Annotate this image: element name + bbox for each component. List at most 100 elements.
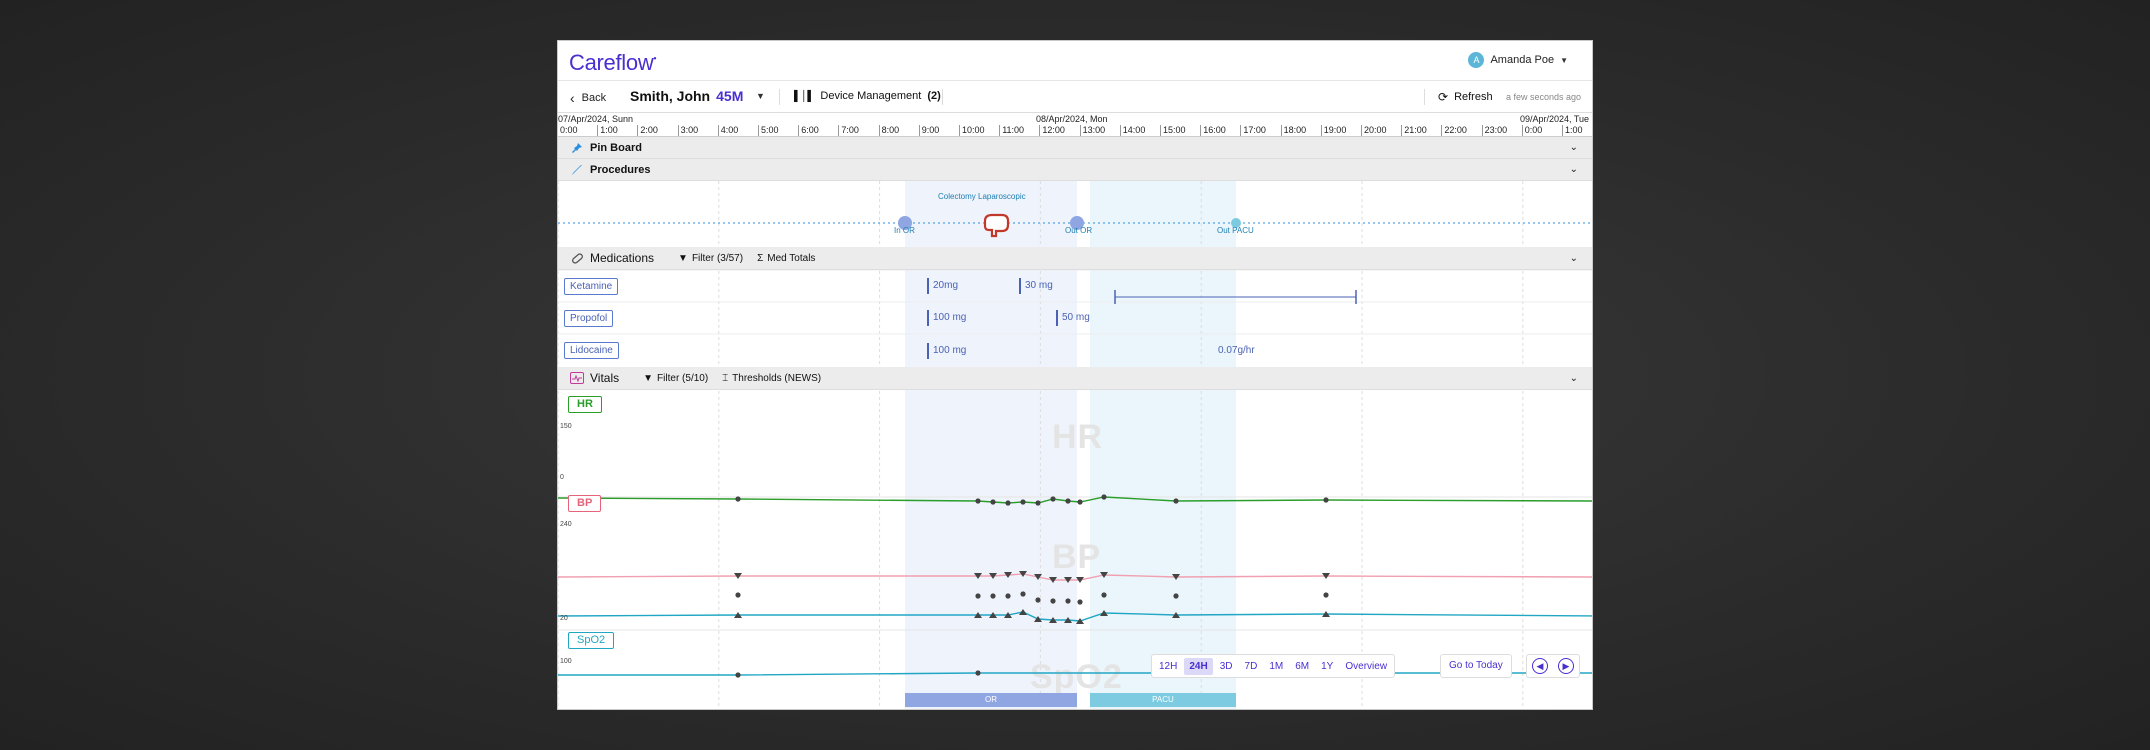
prev-arrow-icon[interactable]: ◀ — [1532, 658, 1548, 674]
bp-mean-point — [1065, 598, 1071, 604]
pin-board-title: Pin Board — [590, 141, 642, 154]
next-arrow-icon[interactable]: ▶ — [1558, 658, 1574, 674]
infusion-label[interactable]: 0.07g/hr — [1218, 345, 1255, 356]
procedure-name: Colectomy Laparoscopic — [938, 192, 1026, 201]
hour-tick-label: 5:00 — [758, 125, 779, 136]
pin-board-header[interactable]: Pin Board ⌄ — [558, 137, 1592, 159]
refresh-timestamp: a few seconds ago — [1506, 92, 1582, 102]
day-label: 07/Apr/2024, Sunn — [558, 114, 634, 124]
hour-tick-label: 14:00 — [1119, 125, 1145, 136]
hr-point — [1020, 499, 1026, 505]
chevron-down-icon[interactable]: ⌄ — [1570, 164, 1578, 175]
divider — [1424, 89, 1425, 105]
hour-tick-label: 9:00 — [918, 125, 939, 136]
zoom-overview[interactable]: Overview — [1340, 658, 1392, 675]
vitals-title: Vitals — [590, 371, 620, 385]
filter-icon: ▼ — [643, 372, 654, 384]
hour-tick-label: 22:00 — [1441, 125, 1467, 136]
bp-mean-point — [1050, 598, 1056, 604]
chevron-down-icon[interactable]: ⌄ — [1570, 373, 1578, 384]
hr-point — [735, 496, 741, 502]
vitals-filter-button[interactable]: ▼ Filter (5/10) — [643, 373, 708, 384]
dose-marker[interactable]: 50 mg — [1056, 310, 1090, 326]
hr-point — [1065, 498, 1071, 504]
patient-age: 45M — [716, 88, 744, 104]
refresh-button[interactable]: ⟳ Refresh — [1438, 90, 1493, 104]
device-icon: ▌│▌ — [794, 90, 815, 102]
device-management-button[interactable]: ▌│▌ Device Management (2) — [794, 90, 941, 102]
zoom-1y[interactable]: 1Y — [1316, 658, 1338, 675]
zoom-12h[interactable]: 12H — [1154, 658, 1182, 675]
bp-mean-point — [1101, 592, 1107, 598]
hour-tick-label: 11:00 — [999, 125, 1024, 136]
phase-pacu-bar[interactable]: PACU — [1090, 693, 1236, 707]
back-label: Back — [581, 92, 607, 104]
bp-ymin-tick: 20 — [560, 615, 568, 622]
day-label: 09/Apr/2024, Tue — [1520, 114, 1590, 124]
vital-label-spo2[interactable]: SpO2 — [568, 632, 615, 649]
hour-tick-label: 4:00 — [717, 125, 738, 136]
zoom-selector: 12H 24H 3D 7D 1M 6M 1Y Overview — [1151, 654, 1396, 678]
zoom-1m[interactable]: 1M — [1264, 658, 1288, 675]
hour-tick-label: 19:00 — [1320, 125, 1346, 136]
hr-point — [1077, 499, 1083, 505]
zoom-24h[interactable]: 24H — [1184, 657, 1213, 675]
hour-tick-label: 2:00 — [637, 125, 658, 136]
phase-or-bar[interactable]: OR — [905, 693, 1077, 707]
hour-tick-label: 17:00 — [1240, 125, 1266, 136]
avatar: A — [1468, 52, 1485, 68]
hr-point — [1101, 494, 1107, 500]
user-menu[interactable]: A Amanda Poe ▼ — [1468, 52, 1568, 68]
go-to-today-button[interactable]: Go to Today — [1440, 654, 1512, 678]
medications-title: Medications — [590, 251, 655, 265]
vitals-icon — [570, 371, 584, 385]
hr-point — [1005, 500, 1011, 506]
milestone-label-out-pacu: Out PACU — [1217, 226, 1254, 235]
hr-point — [1323, 497, 1329, 503]
hr-ymax-tick: 150 — [560, 423, 572, 430]
dose-marker[interactable]: 30 mg — [1019, 278, 1053, 294]
dose-marker[interactable]: 100 mg — [927, 310, 966, 326]
hour-tick-label: 16:00 — [1200, 125, 1226, 136]
spo2-point — [975, 670, 981, 676]
zoom-7d[interactable]: 7D — [1240, 658, 1263, 675]
hour-tick-label: 1:00 — [597, 125, 618, 136]
device-label: Device Management — [820, 90, 922, 102]
hour-tick-label: 8:00 — [878, 125, 899, 136]
med-totals-button[interactable]: Σ Med Totals — [757, 253, 815, 264]
spo2-ymax-tick: 100 — [560, 658, 572, 665]
chevron-down-icon[interactable]: ⌄ — [1570, 142, 1578, 153]
med-label-lidocaine[interactable]: Lidocaine — [564, 342, 619, 359]
dose-marker[interactable]: 20mg — [927, 278, 958, 294]
bp-mean-point — [1173, 593, 1179, 599]
hour-tick-label: 0:00 — [1521, 125, 1542, 136]
vital-label-bp[interactable]: BP — [568, 495, 602, 512]
vitals-header[interactable]: Vitals ▼ Filter (5/10) ⌶ Thresholds (NEWS)… — [558, 367, 1592, 390]
zoom-6m[interactable]: 6M — [1290, 658, 1314, 675]
hour-tick-label: 1:00 — [1562, 125, 1583, 136]
dose-marker[interactable]: 100 mg — [927, 343, 966, 359]
chevron-down-icon[interactable]: ⌄ — [1570, 253, 1578, 264]
filter-icon: ▼ — [678, 252, 688, 264]
hour-tick-label: 6:00 — [798, 125, 819, 136]
med-label-propofol[interactable]: Propofol — [564, 310, 614, 327]
zoom-3d[interactable]: 3D — [1215, 658, 1238, 675]
bp-systolic-line — [558, 573, 1592, 581]
back-button[interactable]: ‹ Back — [570, 90, 606, 106]
pin-icon — [570, 141, 584, 155]
hour-tick-label: 21:00 — [1401, 125, 1427, 136]
device-count: (2) — [927, 90, 941, 102]
spo2-point — [735, 672, 741, 678]
medications-header[interactable]: Medications ▼ Filter (3/57) Σ Med Totals ⌄ — [558, 247, 1592, 270]
procedures-header[interactable]: Procedures ⌄ — [558, 159, 1592, 181]
vital-label-hr[interactable]: HR — [568, 396, 602, 413]
medications-filter-button[interactable]: ▼ Filter (3/57) — [678, 253, 743, 264]
hr-point — [990, 499, 996, 505]
refresh-label: Refresh — [1454, 91, 1493, 103]
thresholds-button[interactable]: ⌶ Thresholds (NEWS) — [722, 373, 821, 384]
patient-dropdown-icon[interactable]: ▼ — [756, 91, 765, 101]
spo2-line — [558, 672, 1592, 676]
hour-tick-label: 23:00 — [1481, 125, 1507, 136]
med-label-ketamine[interactable]: Ketamine — [564, 278, 619, 295]
bp-mean-point — [990, 593, 996, 599]
